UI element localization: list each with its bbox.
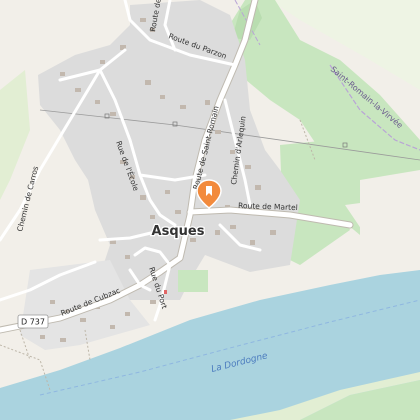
map-view[interactable]: D 737 Route de Cubzac Route de Saint-Rom…	[0, 0, 420, 420]
map-canvas[interactable]: D 737 Route de Cubzac Route de Saint-Rom…	[0, 0, 420, 420]
poi-dot	[164, 290, 167, 294]
park-area	[178, 270, 208, 292]
route-shield-label: D 737	[21, 318, 45, 327]
route-shield-d737: D 737	[17, 314, 49, 329]
label-asques: Asques	[152, 224, 205, 239]
